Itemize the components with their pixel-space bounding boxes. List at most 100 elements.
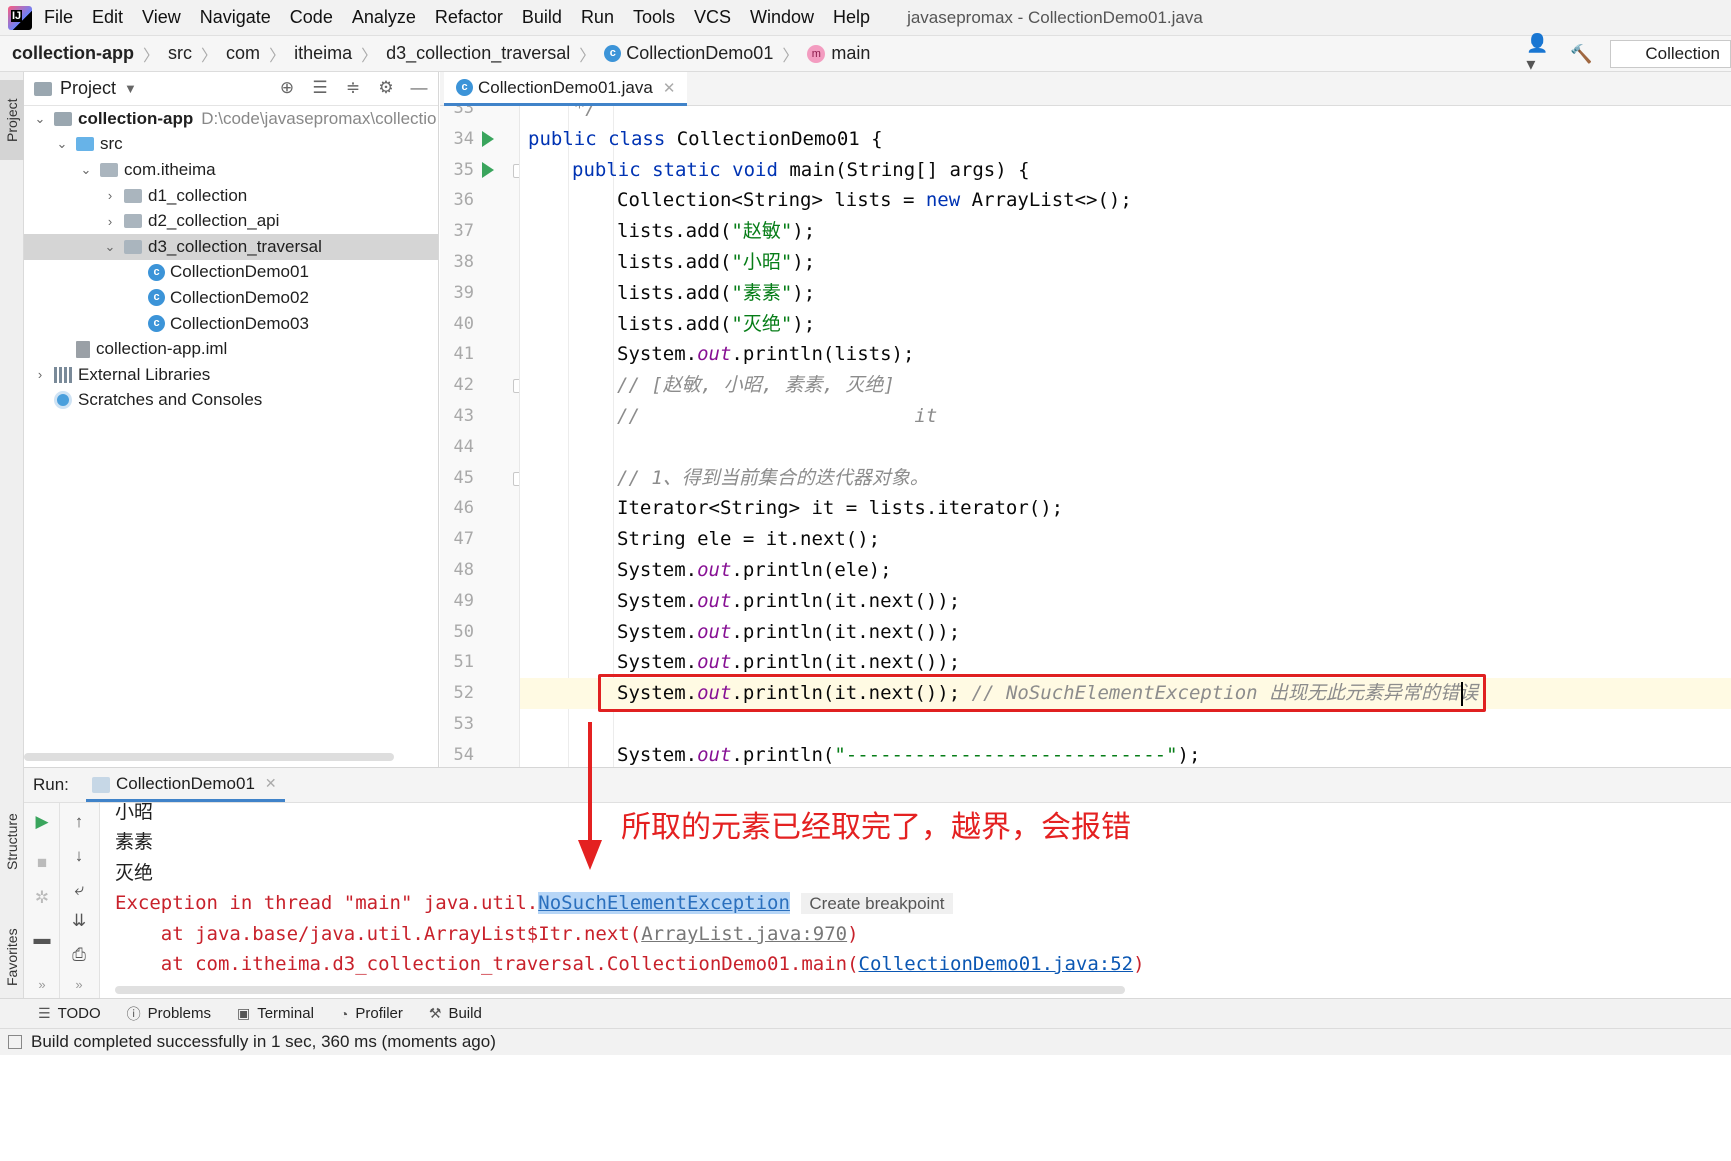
breadcrumb-class[interactable]: c CollectionDemo01 <box>604 43 773 64</box>
menu-help[interactable]: Help <box>833 7 870 28</box>
tool-tab-build[interactable]: ⚒ Build <box>429 1005 482 1022</box>
rerun-icon[interactable]: ▶ <box>32 812 52 832</box>
side-tab-structure[interactable]: Structure <box>0 792 24 892</box>
gear-icon[interactable]: ⚙ <box>375 78 397 100</box>
code-token: out <box>697 559 732 581</box>
editor-gutter: 33 34 35 36 37 38 39 40 41 42 43 44 45 46 47 48 49 50 51 52… <box>440 106 520 767</box>
chevron-down-icon[interactable]: ⌄ <box>54 136 70 152</box>
run-tab-collectiondemo01[interactable]: CollectionDemo01 ✕ <box>86 768 285 802</box>
status-toggle-icon[interactable] <box>8 1035 22 1049</box>
menu-analyze[interactable]: Analyze <box>352 7 416 28</box>
tree-item-scratches-and-consoles[interactable]: Scratches and Consoles <box>24 388 438 414</box>
arrow-up-icon[interactable]: ↑ <box>69 812 89 832</box>
fold-icon[interactable] <box>513 163 519 178</box>
fold-icon[interactable] <box>513 379 519 394</box>
build-hammer-icon[interactable]: 🔨 <box>1568 41 1594 67</box>
run-gutter-icon[interactable] <box>482 130 494 147</box>
stack-trace-link[interactable]: CollectionDemo01.java:52 <box>859 953 1134 975</box>
fold-icon[interactable] <box>513 471 519 486</box>
exception-name-link[interactable]: NoSuchElementException <box>538 892 790 914</box>
tree-item-external-libraries[interactable]: › External Libraries <box>24 362 438 388</box>
menu-run[interactable]: Run <box>581 7 614 28</box>
side-tab-favorites[interactable]: Favorites <box>0 902 24 1012</box>
tool-tab-todo[interactable]: ☰ TODO <box>38 1005 101 1022</box>
editor-tab-bar: c CollectionDemo01.java ✕ <box>440 72 1731 106</box>
tree-item-d1-collection[interactable]: › d1_collection <box>24 183 438 209</box>
menu-edit[interactable]: Edit <box>92 7 123 28</box>
menu-navigate[interactable]: Navigate <box>200 7 271 28</box>
tool-tab-terminal[interactable]: ▣ Terminal <box>237 1005 314 1022</box>
menu-items: File Edit View Navigate Code Analyze Refactor B… <box>44 7 889 28</box>
run-configuration-select[interactable]: Collection <box>1610 40 1731 68</box>
code-token: out <box>697 343 732 366</box>
create-breakpoint-link[interactable]: Create breakpoint <box>801 893 953 914</box>
code-editor[interactable]: */public class CollectionDemo01 {public … <box>520 106 1731 767</box>
tool-tab-label: Terminal <box>257 1005 314 1022</box>
soft-wrap-icon[interactable]: ⤶ <box>69 880 89 900</box>
menu-refactor[interactable]: Refactor <box>435 7 503 28</box>
menu-file[interactable]: File <box>44 7 73 28</box>
tool-tab-problems[interactable]: ⓘ Problems <box>127 1004 211 1024</box>
tree-item-d2-collection-api[interactable]: › d2_collection_api <box>24 208 438 234</box>
collapse-all-icon[interactable]: ≑ <box>342 78 364 100</box>
horizontal-scrollbar[interactable] <box>24 753 394 761</box>
chevron-right-icon[interactable]: › <box>32 367 48 382</box>
chevron-down-icon[interactable]: ▼ <box>124 81 137 96</box>
breadcrumb-project[interactable]: collection-app <box>12 43 134 64</box>
project-view-selector[interactable]: Project <box>60 78 116 99</box>
scroll-to-end-icon[interactable]: ⇊ <box>69 911 89 931</box>
hammer-icon: ⚒ <box>428 1005 442 1021</box>
menu-view[interactable]: View <box>142 7 181 28</box>
breadcrumb-method[interactable]: m main <box>807 43 870 64</box>
tree-item-collectiondemo01[interactable]: c CollectionDemo01 <box>24 260 438 286</box>
breadcrumb-class-label: CollectionDemo01 <box>626 43 774 63</box>
stack-trace-link[interactable]: ArrayList.java:970 <box>641 923 847 945</box>
editor-tab-collectiondemo01[interactable]: c CollectionDemo01.java ✕ <box>444 72 688 106</box>
tree-item-com-itheima[interactable]: ⌄ com.itheima <box>24 157 438 183</box>
layout-icon[interactable]: ▬ <box>32 929 52 949</box>
breadcrumb-package[interactable]: d3_collection_traversal <box>386 43 570 64</box>
code-token: out <box>697 651 732 674</box>
project-panel-header: Project ▼ ⊕ ☰ ≑ ⚙ — <box>24 72 438 106</box>
stop-icon[interactable]: ■ <box>32 853 52 873</box>
breadcrumb-itheima[interactable]: itheima <box>294 43 352 64</box>
breadcrumb-com[interactable]: com <box>226 43 260 64</box>
chevron-down-icon[interactable]: ⌄ <box>32 111 48 127</box>
menu-code[interactable]: Code <box>290 7 333 28</box>
chevron-right-icon[interactable]: › <box>102 214 118 229</box>
tree-item-d3-collection-traversal[interactable]: ⌄ d3_collection_traversal <box>24 234 438 260</box>
close-icon[interactable]: ✕ <box>265 775 277 792</box>
editor-tab-label: CollectionDemo01.java <box>478 77 653 97</box>
more-icon[interactable]: » <box>69 975 89 995</box>
horizontal-scrollbar[interactable] <box>115 986 1125 994</box>
side-tab-project[interactable]: Project <box>0 80 24 160</box>
chevron-down-icon[interactable]: ⌄ <box>102 239 118 255</box>
tree-item-collectiondemo02[interactable]: c CollectionDemo02 <box>24 285 438 311</box>
menu-build[interactable]: Build <box>522 7 562 28</box>
locate-target-icon[interactable]: ⊕ <box>276 78 298 100</box>
menu-vcs[interactable]: VCS <box>694 7 731 28</box>
stack-trace-prefix: at java.base/java.util.ArrayList$Itr.nex… <box>115 923 642 945</box>
tree-item-src[interactable]: ⌄ src <box>24 132 438 158</box>
arrow-down-icon[interactable]: ↓ <box>69 846 89 866</box>
tool-tab-profiler[interactable]: ◔ Profiler <box>340 1005 403 1022</box>
menu-window[interactable]: Window <box>750 7 814 28</box>
chevron-down-icon[interactable]: ⌄ <box>78 162 94 178</box>
package-folder-icon <box>124 214 142 229</box>
user-account-icon[interactable]: 👤▾ <box>1526 33 1552 74</box>
tree-item-collection-app[interactable]: ⌄ collection-app D:\code\javasepromax\coll… <box>24 106 438 132</box>
breadcrumb-src[interactable]: src <box>168 43 192 64</box>
code-token: // it <box>617 405 938 427</box>
run-gutter-icon[interactable] <box>482 161 494 178</box>
more-icon[interactable]: » <box>32 975 52 995</box>
tree-item-collection-app-iml[interactable]: collection-app.iml <box>24 336 438 362</box>
expand-all-icon[interactable]: ☰ <box>309 78 331 100</box>
debug-icon[interactable]: ✲ <box>32 888 52 908</box>
chevron-right-icon[interactable]: › <box>102 188 118 203</box>
text-caret <box>1461 682 1463 706</box>
print-icon[interactable]: ⎙ <box>69 945 89 965</box>
hide-panel-icon[interactable]: — <box>408 78 430 100</box>
close-icon[interactable]: ✕ <box>663 79 676 97</box>
tree-item-collectiondemo03[interactable]: c CollectionDemo03 <box>24 311 438 337</box>
menu-tools[interactable]: Tools <box>633 7 675 28</box>
